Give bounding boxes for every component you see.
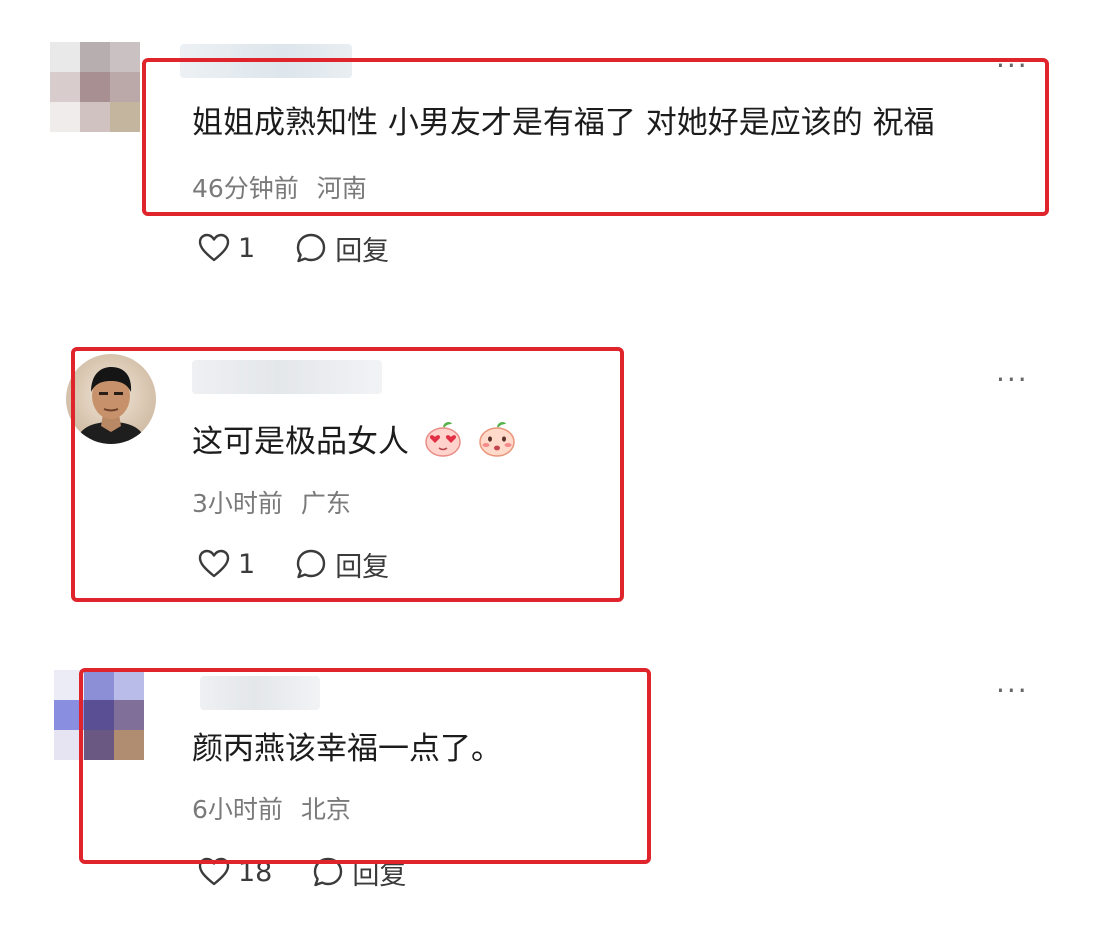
heart-icon — [198, 857, 230, 886]
comment-item-3: ··· 颜丙燕该幸福一点了。 6小时前 北京 18 回复 — [0, 0, 1094, 936]
avatar[interactable] — [54, 670, 144, 760]
like-count: 18 — [238, 856, 273, 888]
comment-text: 颜丙燕该幸福一点了。 — [192, 731, 502, 767]
comment-time: 6小时前 — [192, 795, 283, 824]
comment-meta: 6小时前 北京 — [192, 794, 351, 826]
speech-bubble-icon — [314, 857, 343, 887]
more-options-icon[interactable]: ··· — [996, 677, 1029, 705]
comment-location: 北京 — [300, 795, 351, 824]
reply-button[interactable]: 回复 — [312, 853, 406, 892]
reply-label: 回复 — [352, 859, 407, 891]
like-button[interactable]: 18 — [198, 857, 272, 888]
username-blurred[interactable] — [200, 676, 320, 710]
comment-actions: 18 回复 — [198, 853, 406, 892]
